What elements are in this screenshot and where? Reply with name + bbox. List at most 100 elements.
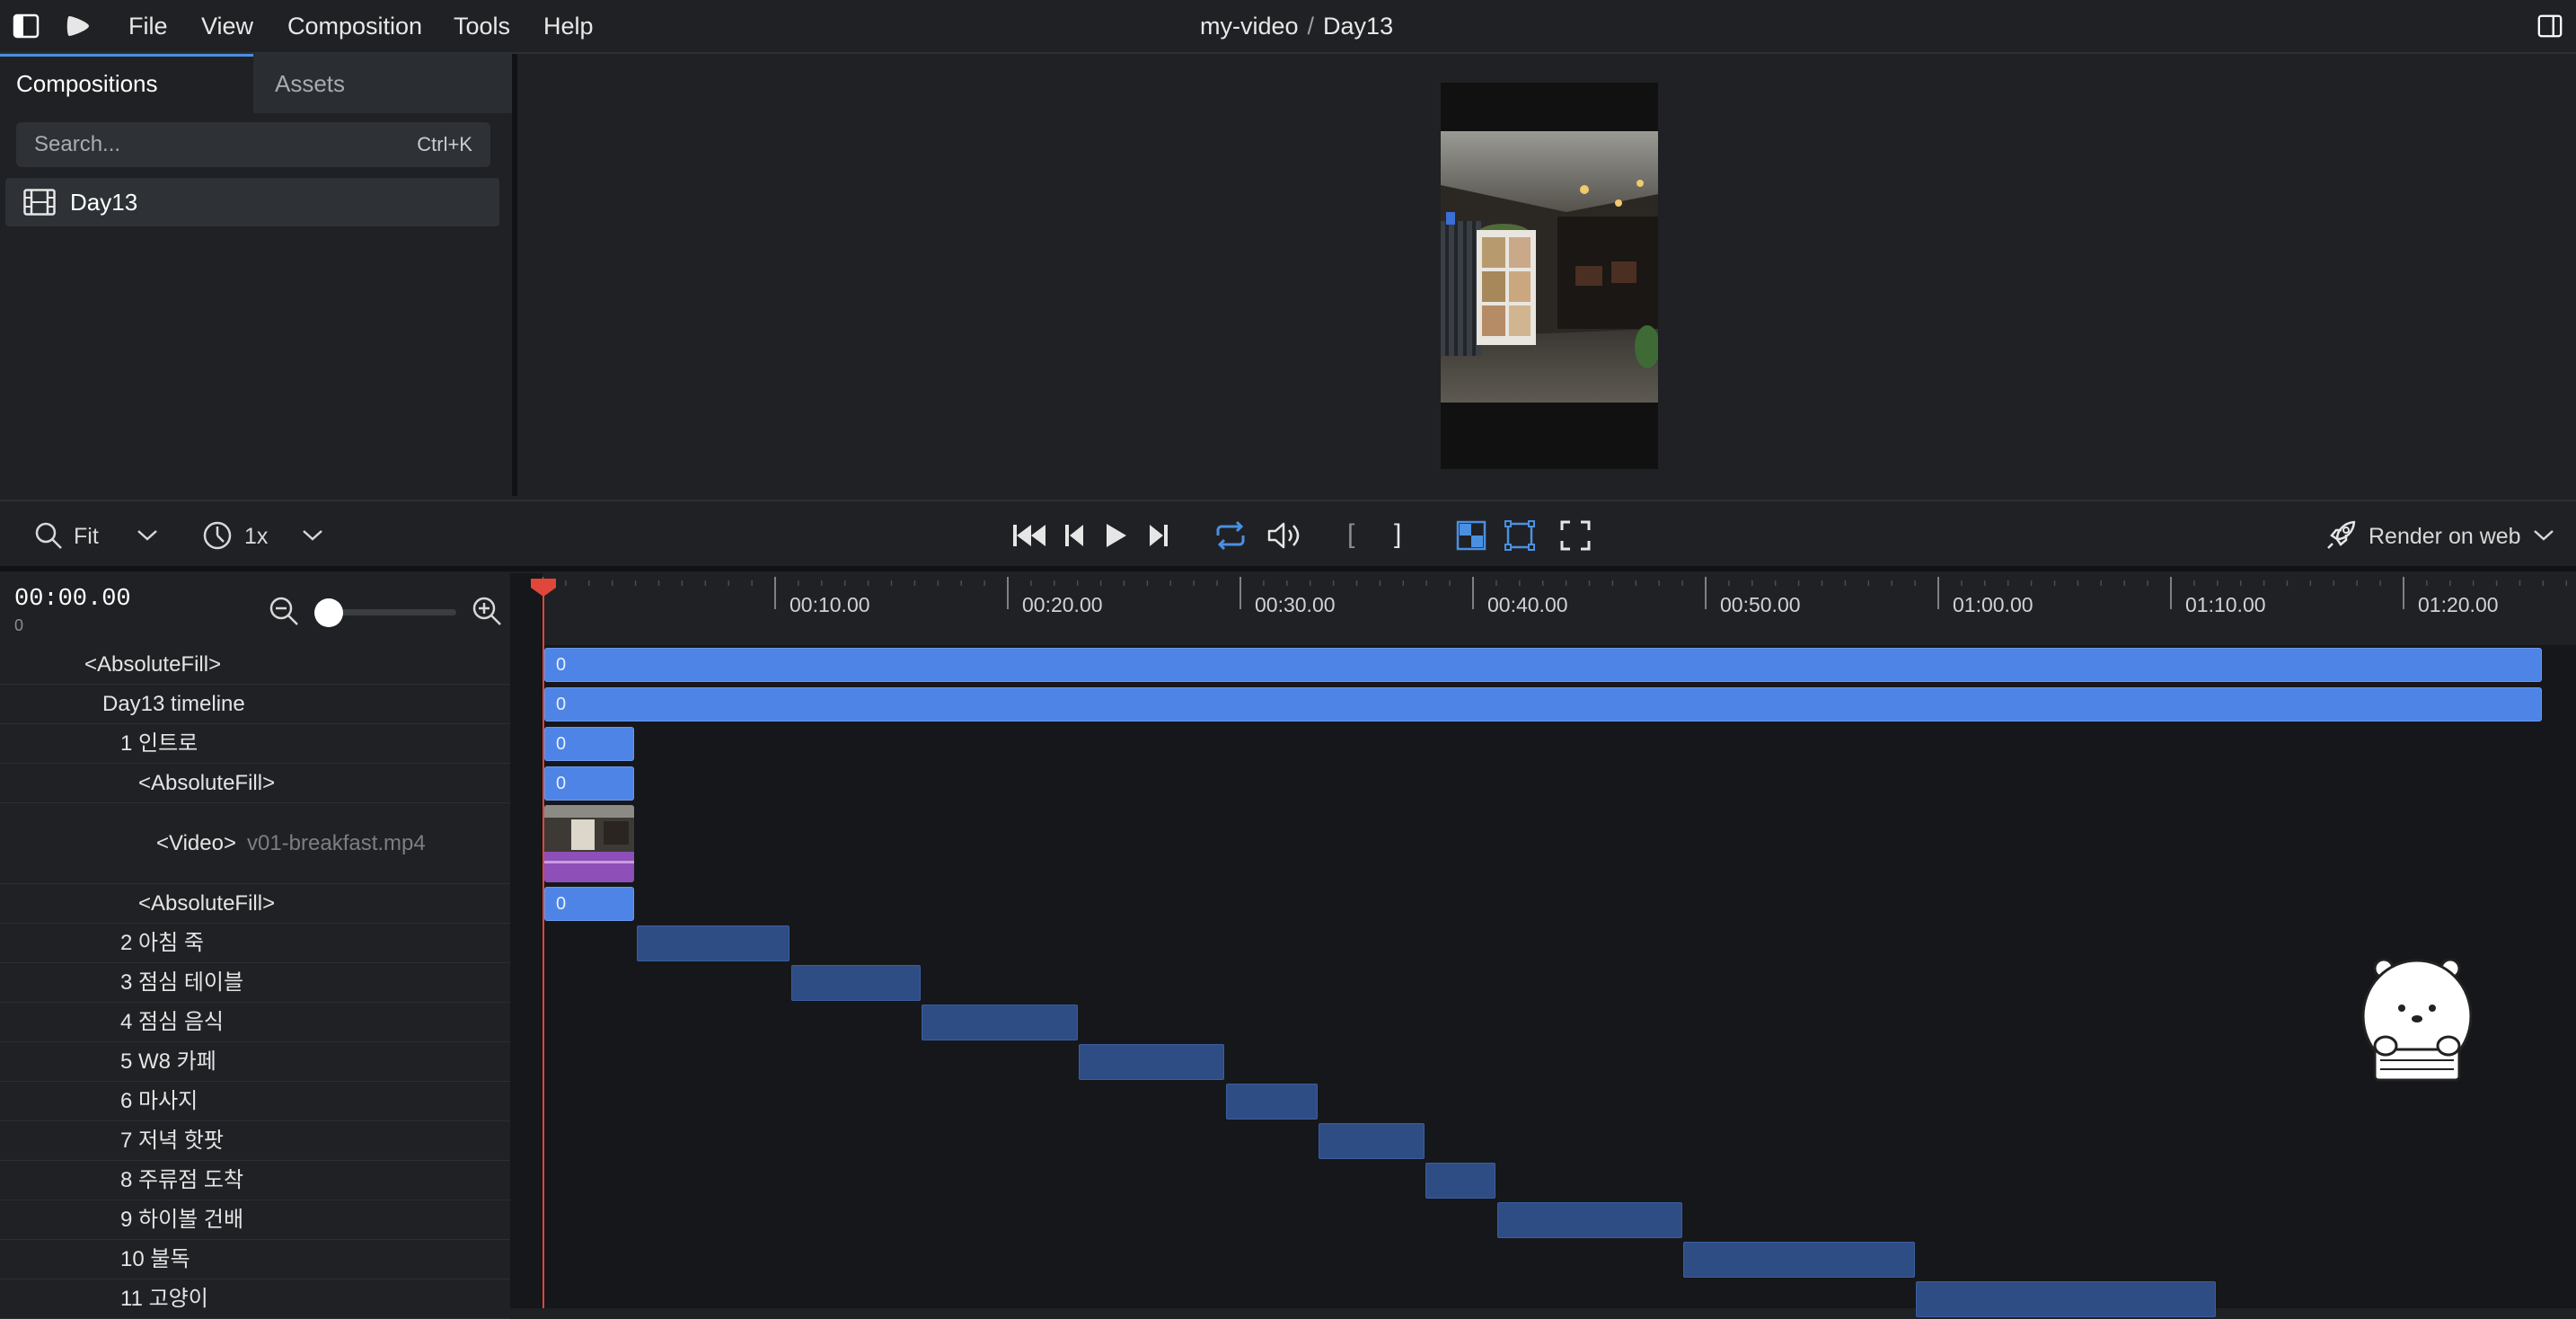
timeline-sequence-block[interactable] xyxy=(637,925,790,961)
toggle-right-sidebar-icon[interactable] xyxy=(2533,9,2567,43)
zoom-dropdown-chevron-icon[interactable] xyxy=(129,518,165,553)
timeline-sequence-block[interactable] xyxy=(1683,1242,1915,1278)
timeline-sequence-block[interactable] xyxy=(922,1005,1078,1040)
layer-name: 10 불독 xyxy=(120,1247,190,1271)
playhead[interactable] xyxy=(543,586,544,1308)
tab-assets[interactable]: Assets xyxy=(253,54,512,113)
layer-label[interactable]: 10 불독 xyxy=(0,1240,510,1279)
layer-name: <AbsoluteFill> xyxy=(84,652,222,677)
render-dropdown-chevron-icon[interactable] xyxy=(2526,518,2562,553)
play-icon[interactable] xyxy=(1098,518,1134,553)
video-clip-block[interactable] xyxy=(544,805,634,882)
title-separator: / xyxy=(1307,13,1315,40)
layer-name: 6 마사지 xyxy=(120,1089,198,1113)
search-placeholder: Search... xyxy=(34,132,121,156)
timeline-sequence-bar[interactable]: 0 xyxy=(544,687,2542,721)
menu-file[interactable]: File xyxy=(128,0,168,52)
layer-name: <Video> xyxy=(156,831,236,855)
timeline-sequence-block[interactable] xyxy=(1079,1044,1224,1080)
safe-area-guides-icon[interactable] xyxy=(1502,518,1538,553)
layer-label[interactable]: <AbsoluteFill> xyxy=(0,884,510,924)
layer-name: 3 점심 테이블 xyxy=(120,970,244,995)
layer-label[interactable]: 1 인트로 xyxy=(0,724,510,764)
menubar: File View Composition Tools Help my-vide… xyxy=(0,0,2576,54)
layer-name: 2 아침 죽 xyxy=(120,931,204,955)
playback-speed-icon[interactable] xyxy=(199,518,235,553)
volume-icon[interactable] xyxy=(1266,518,1302,553)
step-forward-icon[interactable] xyxy=(1141,518,1177,553)
layer-label[interactable]: 7 저녁 핫팟 xyxy=(0,1121,510,1161)
zoom-select-value[interactable]: Fit xyxy=(74,524,99,550)
timeline-sequence-block[interactable] xyxy=(1425,1163,1495,1199)
in-point-button[interactable]: [ xyxy=(1347,519,1354,550)
jump-to-start-icon[interactable] xyxy=(1011,518,1047,553)
timeline-sequence-bar[interactable]: 0 xyxy=(544,648,2542,682)
layer-label[interactable]: <Video> v01-breakfast.mp4 xyxy=(0,803,510,884)
magnifier-icon[interactable] xyxy=(31,518,66,553)
layer-name: <AbsoluteFill> xyxy=(138,891,276,916)
layer-name: 9 하이볼 건배 xyxy=(120,1208,244,1232)
playhead-handle-icon[interactable] xyxy=(529,577,558,597)
layer-name: 11 고양이 xyxy=(120,1287,208,1311)
composition-item-day13[interactable]: Day13 xyxy=(5,178,499,226)
toggle-left-sidebar-icon[interactable] xyxy=(9,9,43,43)
layer-label[interactable]: <AbsoluteFill> xyxy=(0,764,510,803)
compositions-sidebar: Compositions Assets Search... Ctrl+K Day… xyxy=(0,54,512,496)
layer-name: 4 점심 음식 xyxy=(120,1010,225,1034)
composition-name: Day13 xyxy=(1323,13,1394,40)
timeline-sequence-block[interactable] xyxy=(791,965,921,1001)
video-clip-thumbnail xyxy=(544,805,634,863)
project-name: my-video xyxy=(1200,13,1299,40)
rocket-icon[interactable] xyxy=(2323,518,2359,553)
step-back-icon[interactable] xyxy=(1056,518,1092,553)
layer-name: 8 주류점 도착 xyxy=(120,1168,244,1192)
layer-label[interactable]: 8 주류점 도착 xyxy=(0,1161,510,1200)
layer-name: 5 W8 카페 xyxy=(120,1049,216,1074)
timeline: 00:00.00 0 00:10.00 00:20.00 00:30.00 00:40… xyxy=(0,573,2576,1319)
timeline-tracks: <AbsoluteFill> 0 Day13 timeline 0 1 인트로 0 <Abs… xyxy=(0,573,2576,1319)
layer-label[interactable]: 11 고양이 xyxy=(0,1279,510,1319)
layer-name: 7 저녁 핫팟 xyxy=(120,1129,225,1153)
speed-dropdown-chevron-icon[interactable] xyxy=(295,518,331,553)
menu-composition[interactable]: Composition xyxy=(287,0,422,52)
layer-label[interactable]: 4 점심 음식 xyxy=(0,1003,510,1042)
menu-tools[interactable]: Tools xyxy=(454,0,510,52)
layer-label[interactable]: <AbsoluteFill> xyxy=(0,645,510,685)
layer-label[interactable]: 5 W8 카페 xyxy=(0,1042,510,1082)
video-frame-image xyxy=(1441,131,1658,403)
timeline-sequence-block[interactable] xyxy=(1319,1123,1425,1159)
remotion-logo-icon xyxy=(61,9,95,43)
layer-source-file: v01-breakfast.mp4 xyxy=(246,831,426,855)
layer-name: <AbsoluteFill> xyxy=(138,771,276,795)
render-button-label[interactable]: Render on web xyxy=(2369,524,2521,550)
menu-view[interactable]: View xyxy=(201,0,253,52)
tab-compositions[interactable]: Compositions xyxy=(0,54,253,113)
playback-controls-bar: Fit 1x [ ] Render on web xyxy=(0,500,2576,571)
out-point-button[interactable]: ] xyxy=(1394,519,1401,550)
timeline-sequence-bar[interactable]: 0 xyxy=(544,887,634,921)
layer-name: Day13 timeline xyxy=(102,692,245,716)
timeline-sequence-bar[interactable]: 0 xyxy=(544,766,634,801)
timeline-sequence-block[interactable] xyxy=(1497,1202,1682,1238)
layer-label[interactable]: Day13 timeline xyxy=(0,685,510,724)
composition-item-label: Day13 xyxy=(70,189,138,216)
layer-label[interactable]: 9 하이볼 건배 xyxy=(0,1200,510,1240)
transparency-checkerboard-icon[interactable] xyxy=(1453,518,1489,553)
search-input[interactable]: Search... Ctrl+K xyxy=(16,122,490,167)
timeline-sequence-block[interactable] xyxy=(1916,1281,2216,1317)
menu-help[interactable]: Help xyxy=(543,0,594,52)
layer-label[interactable]: 6 마사지 xyxy=(0,1082,510,1121)
layer-name: 1 인트로 xyxy=(120,731,198,756)
window-title: my-video / Day13 xyxy=(1200,0,1393,52)
layer-label[interactable]: 2 아침 죽 xyxy=(0,924,510,963)
video-canvas xyxy=(1441,83,1658,469)
timeline-sequence-bar[interactable]: 0 xyxy=(544,727,634,761)
layer-label[interactable]: 3 점심 테이블 xyxy=(0,963,510,1003)
fullscreen-icon[interactable] xyxy=(1557,518,1593,553)
timeline-sequence-block[interactable] xyxy=(1226,1084,1318,1120)
playback-speed-value[interactable]: 1x xyxy=(244,524,268,550)
film-icon xyxy=(23,189,56,220)
bear-mascot-icon xyxy=(2359,949,2475,1097)
loop-icon[interactable] xyxy=(1213,518,1248,553)
search-shortcut: Ctrl+K xyxy=(417,133,472,155)
